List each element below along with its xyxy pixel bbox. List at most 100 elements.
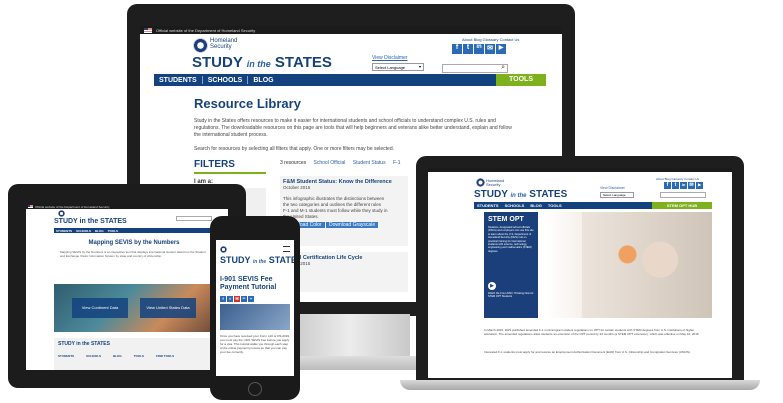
search-icon[interactable]: ⌕ xyxy=(501,64,505,72)
home-button-icon[interactable] xyxy=(248,382,262,396)
laptop-nav: STUDENTS SCHOOLS BLOG TOOLS STEM OPT HUB xyxy=(474,202,712,209)
laptop-para2: Interested F-1 students must apply for a… xyxy=(484,350,691,354)
map-banner: View Continent Data View United States D… xyxy=(54,284,214,332)
card-body: This infographic illustrates the distinc… xyxy=(283,196,388,219)
phone-menu-icon[interactable] xyxy=(283,246,290,252)
social-icons: f t in ✉ ▶ xyxy=(452,44,506,54)
desktop-header: Homeland Security STUDY in the STATES Vi… xyxy=(140,34,562,74)
tablet-body: Mapping SEVIS by the Numbers is an inter… xyxy=(60,250,206,258)
tablet-screen: Official website of the Department of Ho… xyxy=(26,204,228,370)
video-link[interactable]: Watch the From DSO: Thinking Now for STE… xyxy=(488,292,534,299)
monitor-neck xyxy=(290,314,410,360)
page-title: Resource Library xyxy=(194,96,301,111)
email-icon[interactable]: ✉ xyxy=(688,182,695,189)
select-language-dropdown[interactable]: Select Language ▾ xyxy=(372,63,424,71)
search-hint: Search for resources by selecting all fi… xyxy=(194,146,394,152)
top-links[interactable]: About Blog Glossary Contact Us xyxy=(462,37,519,42)
youtube-icon[interactable]: ▶ xyxy=(496,44,506,54)
filter-tag-student-status[interactable]: Student Status xyxy=(353,160,386,166)
play-icon[interactable]: ▶ xyxy=(488,282,496,290)
laptop: Homeland Security STUDY in the STATES Vi… xyxy=(416,156,744,382)
phone-body: Once you have received your Form I-20 or… xyxy=(220,334,290,354)
stem-opt-hub-tab[interactable]: STEM OPT HUB xyxy=(652,202,712,209)
filter-tag-f1[interactable]: F-1 xyxy=(393,160,401,166)
hero-photo xyxy=(582,212,712,318)
view-continent-data-button[interactable]: View Continent Data xyxy=(72,298,128,318)
phone-share-icons: f t ✉ in + xyxy=(220,296,254,302)
dhs-seal-icon xyxy=(476,178,485,187)
intro-text: Study in the States offers resources to … xyxy=(194,118,512,138)
view-us-data-button[interactable]: View United States Data xyxy=(140,298,196,318)
hero-title: STEM OPT xyxy=(488,216,524,223)
results-bar: 3 resources School Official Student Stat… xyxy=(280,160,400,166)
card2-date: October 2015 xyxy=(283,261,311,266)
card-date: October 2015 xyxy=(283,185,311,190)
tablet-title: Mapping SEVIS by the Numbers xyxy=(88,240,180,246)
facebook-icon[interactable]: f xyxy=(220,296,226,302)
phone-site-logo[interactable]: STUDY in the STATES xyxy=(220,256,294,265)
laptop-logo-org: Homeland Security xyxy=(486,178,505,187)
share-icon[interactable]: + xyxy=(248,296,254,302)
tablet-logo[interactable]: STUDY in the STATES xyxy=(54,218,127,225)
phone-video[interactable] xyxy=(220,304,290,330)
email-icon[interactable]: ✉ xyxy=(485,44,495,54)
linkedin-icon[interactable]: in xyxy=(241,296,247,302)
search-input[interactable]: ⌕ xyxy=(442,64,508,73)
filters-divider xyxy=(194,172,266,174)
laptop-select-language[interactable]: Select Language xyxy=(600,192,634,198)
gov-banner: Official website of the Department of Ho… xyxy=(140,26,562,34)
site-logo[interactable]: STUDY in the STATES xyxy=(192,55,332,70)
laptop-site-logo[interactable]: STUDY in the STATES xyxy=(474,190,567,200)
twitter-icon[interactable]: t xyxy=(463,44,473,54)
results-count: 3 resources xyxy=(280,160,307,166)
facebook-icon[interactable]: f xyxy=(452,44,462,54)
tablet-footer: STUDY in the STATES STUDENTS SCHOOLS BLO… xyxy=(54,338,214,370)
filters-heading: FILTERS xyxy=(194,159,235,170)
linkedin-icon[interactable]: in xyxy=(474,44,484,54)
main-nav: STUDENTS SCHOOLS BLOG TOOLS xyxy=(154,74,546,86)
linkedin-icon[interactable]: in xyxy=(680,182,687,189)
filter-tag-school-official[interactable]: School Official xyxy=(314,160,346,166)
hero-blurb: Students, designated school officials (D… xyxy=(488,226,534,253)
email-icon[interactable]: ✉ xyxy=(234,296,240,302)
nav-schools[interactable]: SCHOOLS xyxy=(203,77,248,84)
laptop-search-input[interactable] xyxy=(660,192,706,198)
dhs-seal-icon xyxy=(193,38,208,53)
phone-screen: STUDY in the STATES I-901 SEVIS Fee Paym… xyxy=(216,240,294,376)
hero-panel: STEM OPT Students, designated school off… xyxy=(484,212,538,318)
laptop-view-disclaimer[interactable]: View Disclaimer xyxy=(600,186,625,190)
twitter-icon[interactable]: t xyxy=(227,296,233,302)
tablet-gov-banner: Official website of the Department of Ho… xyxy=(26,204,228,209)
chevron-down-icon: ▾ xyxy=(418,64,421,69)
laptop-nav-schools[interactable]: SCHOOLS xyxy=(502,203,528,208)
nav-blog[interactable]: BLOG xyxy=(248,77,278,84)
nav-students[interactable]: STUDENTS xyxy=(154,77,202,84)
twitter-icon[interactable]: t xyxy=(672,182,679,189)
laptop-header: Homeland Security STUDY in the STATES Vi… xyxy=(428,172,732,202)
laptop-para1: In March 2016, DHS published amended F-1… xyxy=(484,328,700,336)
phone-title: I-901 SEVIS Fee Payment Tutorial xyxy=(220,276,277,291)
laptop-top-links[interactable]: About Blog Glossary Contact Us xyxy=(656,177,699,181)
phone: STUDY in the STATES I-901 SEVIS Fee Paym… xyxy=(210,216,300,400)
nav-tools[interactable]: TOOLS xyxy=(496,74,546,86)
tablet-nav: STUDENTS SCHOOLS BLOG TOOLS xyxy=(54,228,214,233)
laptop-nav-tools[interactable]: TOOLS xyxy=(545,203,565,208)
tablet-search[interactable] xyxy=(176,216,212,221)
laptop-base xyxy=(400,380,760,390)
logo-org: Homeland Security xyxy=(210,38,238,50)
dhs-seal-icon xyxy=(220,246,227,253)
laptop-nav-blog[interactable]: BLOG xyxy=(527,203,545,208)
laptop-social-icons: f t in ✉ ▶ xyxy=(664,182,703,189)
laptop-screen: Homeland Security STUDY in the STATES Vi… xyxy=(428,168,732,378)
us-flag-icon xyxy=(28,205,33,208)
tablet-footer-logo: STUDY in the STATES xyxy=(58,341,110,347)
laptop-nav-students[interactable]: STUDENTS xyxy=(474,203,502,208)
tablet-footer-cols: STUDENTS SCHOOLS BLOG TOOLS FIND TOOLS xyxy=(58,354,175,358)
dhs-seal-icon xyxy=(58,210,65,217)
facebook-icon[interactable]: f xyxy=(664,182,671,189)
us-flag-icon xyxy=(144,27,152,33)
download-grayscale-button[interactable]: Download Grayscale xyxy=(325,222,379,228)
youtube-icon[interactable]: ▶ xyxy=(696,182,703,189)
view-disclaimer-link[interactable]: View Disclaimer xyxy=(372,55,407,61)
gov-banner-text: Official website of the Department of Ho… xyxy=(156,27,256,33)
